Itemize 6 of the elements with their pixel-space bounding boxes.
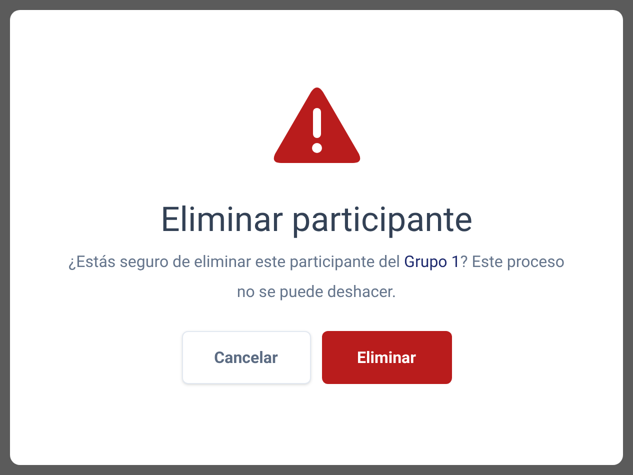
- warning-icon: [272, 86, 360, 164]
- dialog-title: Eliminar participante: [160, 199, 473, 242]
- cancel-button[interactable]: Cancelar: [182, 331, 310, 384]
- group-link[interactable]: Grupo 1: [404, 252, 460, 271]
- delete-button[interactable]: Eliminar: [322, 331, 452, 384]
- dialog-message: ¿Estás seguro de eliminar este participante del Grupo 1? Este proceso no se puede deshacer.: [68, 251, 566, 303]
